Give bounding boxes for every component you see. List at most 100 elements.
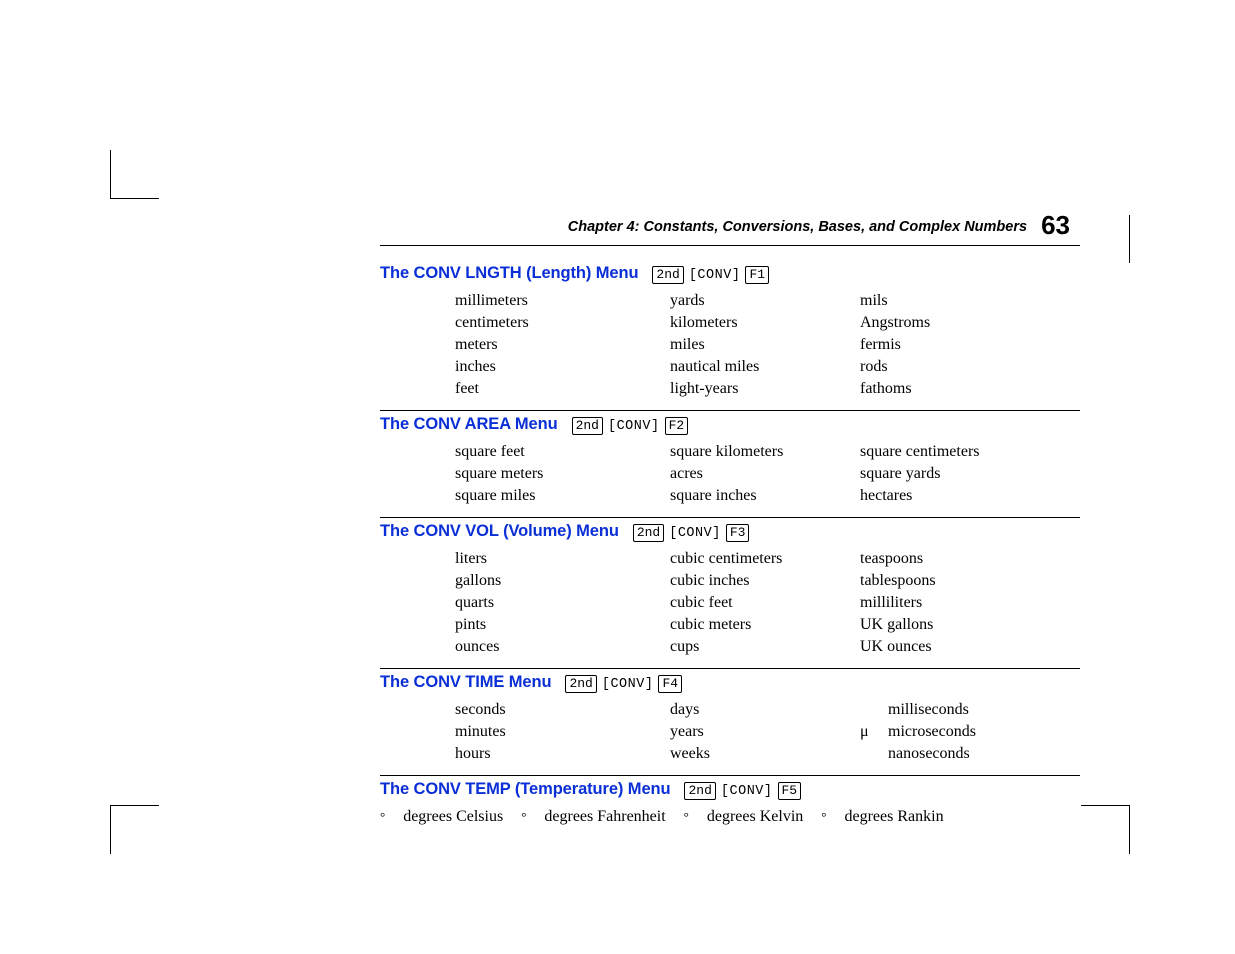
section-title: The CONV AREA Menu bbox=[380, 415, 558, 434]
unit-item: fermis bbox=[860, 334, 1040, 356]
unit-item: millimeters bbox=[455, 290, 670, 312]
key-conv: [CONV] bbox=[602, 677, 654, 692]
key-2nd: 2nd bbox=[572, 417, 603, 435]
unit-item: centimeters bbox=[455, 312, 670, 334]
key-2nd: 2nd bbox=[565, 675, 596, 693]
unit-item: nanoseconds bbox=[888, 743, 970, 765]
section-header-area: The CONV AREA Menu 2nd [CONV] F2 bbox=[380, 415, 1080, 435]
section-title: The CONV TEMP (Temperature) Menu bbox=[380, 780, 670, 799]
unit-item: square inches bbox=[670, 485, 860, 507]
unit-item: square feet bbox=[455, 441, 670, 463]
section-title: The CONV LNGTH (Length) Menu bbox=[380, 264, 638, 283]
unit-item: liters bbox=[455, 548, 670, 570]
key-2nd: 2nd bbox=[633, 524, 664, 542]
unit-item: weeks bbox=[670, 743, 860, 765]
degree-symbol: ° bbox=[821, 806, 826, 828]
section-title: The CONV TIME Menu bbox=[380, 673, 551, 692]
degree-symbol: ° bbox=[380, 806, 385, 828]
unit-item: years bbox=[670, 721, 860, 743]
unit-item: meters bbox=[455, 334, 670, 356]
unit-item: degrees Celsius bbox=[403, 806, 503, 828]
unit-item: hours bbox=[455, 743, 670, 765]
unit-item: fathoms bbox=[860, 378, 1040, 400]
section-header-time: The CONV TIME Menu 2nd [CONV] F4 bbox=[380, 673, 1080, 693]
crop-mark-top-right bbox=[1129, 215, 1130, 263]
unit-item: rods bbox=[860, 356, 1040, 378]
temperature-units-grid: ° degrees Celsius ° degrees Fahrenheit °… bbox=[380, 802, 1080, 834]
unit-item: milliliters bbox=[860, 592, 1040, 614]
unit-item: degrees Rankin bbox=[844, 806, 943, 828]
unit-item: square miles bbox=[455, 485, 670, 507]
page-container: Chapter 4: Constants, Conversions, Bases… bbox=[0, 0, 1235, 954]
degree-symbol: ° bbox=[521, 806, 526, 828]
section-title: The CONV VOL (Volume) Menu bbox=[380, 522, 619, 541]
unit-item: teaspoons bbox=[860, 548, 1040, 570]
unit-item: seconds bbox=[455, 699, 670, 721]
unit-item: pints bbox=[455, 614, 670, 636]
unit-item: light-years bbox=[670, 378, 860, 400]
unit-item: hectares bbox=[860, 485, 1040, 507]
key-2nd: 2nd bbox=[652, 266, 683, 284]
unit-item: square kilometers bbox=[670, 441, 860, 463]
key-f2: F2 bbox=[665, 417, 689, 435]
key-f4: F4 bbox=[658, 675, 682, 693]
key-conv: [CONV] bbox=[689, 268, 741, 283]
unit-item: cubic centimeters bbox=[670, 548, 860, 570]
unit-item: UK ounces bbox=[860, 636, 1040, 658]
key-f3: F3 bbox=[726, 524, 750, 542]
key-f5: F5 bbox=[778, 782, 802, 800]
unit-item: square yards bbox=[860, 463, 1040, 485]
unit-item: kilometers bbox=[670, 312, 860, 334]
unit-item: microseconds bbox=[888, 721, 976, 743]
section-header-length: The CONV LNGTH (Length) Menu 2nd [CONV] … bbox=[380, 264, 1080, 284]
key-sequence: 2nd [CONV] F1 bbox=[652, 266, 769, 284]
unit-item: minutes bbox=[455, 721, 670, 743]
section-rule bbox=[380, 410, 1080, 411]
key-2nd: 2nd bbox=[684, 782, 715, 800]
unit-prefix: μ bbox=[860, 721, 888, 743]
crop-mark-bottom-left bbox=[110, 805, 159, 854]
unit-item: cubic meters bbox=[670, 614, 860, 636]
content-area: Chapter 4: Constants, Conversions, Bases… bbox=[380, 210, 1080, 834]
unit-item: days bbox=[670, 699, 860, 721]
unit-item: UK gallons bbox=[860, 614, 1040, 636]
length-units-grid: millimeters centimeters meters inches fe… bbox=[380, 286, 1080, 406]
running-header: Chapter 4: Constants, Conversions, Bases… bbox=[380, 210, 1080, 241]
section-rule bbox=[380, 775, 1080, 776]
unit-item: square meters bbox=[455, 463, 670, 485]
page-number: 63 bbox=[1041, 210, 1070, 240]
unit-item: acres bbox=[670, 463, 860, 485]
unit-item: cubic feet bbox=[670, 592, 860, 614]
crop-mark-top-left bbox=[110, 150, 159, 199]
degree-symbol: ° bbox=[684, 806, 689, 828]
unit-item: quarts bbox=[455, 592, 670, 614]
key-conv: [CONV] bbox=[669, 526, 721, 541]
key-sequence: 2nd [CONV] F5 bbox=[684, 782, 801, 800]
crop-mark-bottom-right bbox=[1081, 805, 1130, 854]
unit-item: cubic inches bbox=[670, 570, 860, 592]
unit-item: yards bbox=[670, 290, 860, 312]
volume-units-grid: liters gallons quarts pints ounces cubic… bbox=[380, 544, 1080, 664]
chapter-title: Chapter 4: Constants, Conversions, Bases… bbox=[568, 219, 1027, 235]
unit-prefix bbox=[860, 743, 888, 765]
section-header-volume: The CONV VOL (Volume) Menu 2nd [CONV] F3 bbox=[380, 522, 1080, 542]
section-rule bbox=[380, 668, 1080, 669]
time-units-grid: seconds minutes hours days years weeks m… bbox=[380, 695, 1080, 771]
unit-item: cups bbox=[670, 636, 860, 658]
section-rule bbox=[380, 517, 1080, 518]
unit-item: degrees Fahrenheit bbox=[544, 806, 665, 828]
key-sequence: 2nd [CONV] F4 bbox=[565, 675, 682, 693]
header-rule bbox=[380, 245, 1080, 246]
unit-item: feet bbox=[455, 378, 670, 400]
unit-item: Angstroms bbox=[860, 312, 1040, 334]
unit-item: milliseconds bbox=[888, 699, 969, 721]
unit-item: gallons bbox=[455, 570, 670, 592]
area-units-grid: square feet square meters square miles s… bbox=[380, 437, 1080, 513]
key-sequence: 2nd [CONV] F3 bbox=[633, 524, 750, 542]
section-header-temperature: The CONV TEMP (Temperature) Menu 2nd [CO… bbox=[380, 780, 1080, 800]
key-conv: [CONV] bbox=[721, 784, 773, 799]
unit-item: mils bbox=[860, 290, 1040, 312]
unit-item: tablespoons bbox=[860, 570, 1040, 592]
unit-prefix bbox=[860, 699, 888, 721]
key-conv: [CONV] bbox=[608, 419, 660, 434]
